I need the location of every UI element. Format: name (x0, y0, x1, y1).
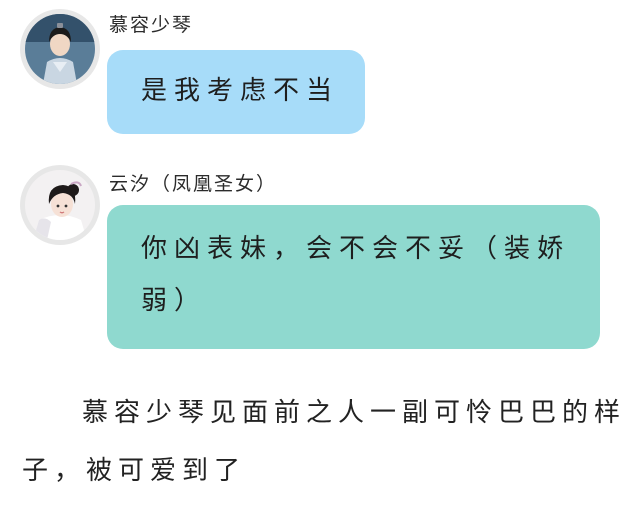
message-bubble[interactable]: 是我考虑不当 (107, 50, 365, 134)
narration-paragraph: 慕容少琴见面前之人一副可怜巴巴的样子，被可爱到了 (22, 384, 632, 500)
message-text: 是我考虑不当 (141, 76, 340, 106)
narration-text: 慕容少琴见面前之人一副可怜巴巴的样子，被可爱到了 (22, 398, 627, 486)
avatar[interactable] (25, 14, 95, 84)
sender-name: 慕容少琴 (109, 14, 194, 36)
male-character-avatar-icon (25, 14, 95, 84)
female-character-avatar-icon (25, 170, 95, 240)
chat-page: 慕容少琴 是我考虑不当 云汐（凤凰圣女） 你凶表妹，会不会不妥（装娇弱） 慕容少… (0, 0, 640, 506)
message-text: 你凶表妹，会不会不妥（装娇弱） (141, 234, 571, 316)
sender-name: 云汐（凤凰圣女） (109, 173, 278, 195)
avatar[interactable] (25, 170, 95, 240)
message-bubble[interactable]: 你凶表妹，会不会不妥（装娇弱） (107, 205, 600, 349)
